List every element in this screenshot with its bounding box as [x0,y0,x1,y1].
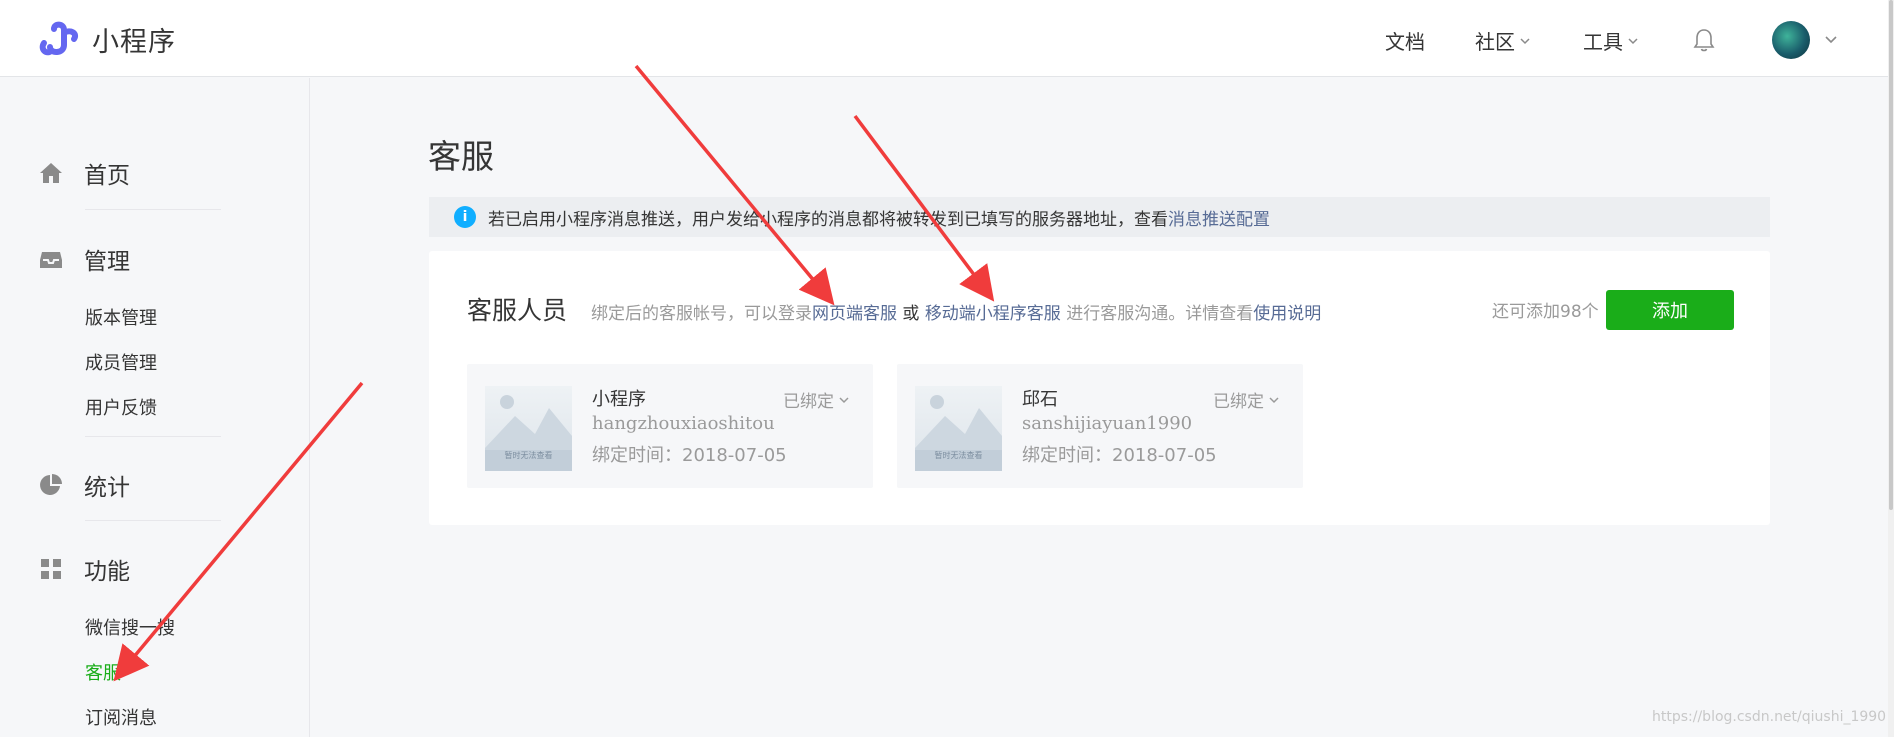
watermark: https://blog.csdn.net/qiushi_1990 [1652,709,1887,725]
agent-avatar-placeholder: 暂时无法查看 [915,386,1002,471]
sidebar-item-members[interactable]: 成员管理 [85,349,157,375]
inbox-icon [40,252,62,268]
home-icon [40,163,62,183]
bind-status-label: 已绑定 [1213,392,1264,412]
sidebar-item-home-label: 首页 [84,163,130,189]
sidebar-item-manage[interactable]: 管理 [38,242,130,276]
agent-card: 暂时无法查看 邱石 sanshijiayuan1990 绑定时间：2018-07… [897,364,1303,488]
chevron-down-icon [839,396,849,403]
web-customer-service-link[interactable]: 网页端客服 [812,304,897,324]
bind-status-label: 已绑定 [783,392,834,412]
avatar[interactable] [1772,21,1810,59]
nav-community-label: 社区 [1475,30,1515,54]
sidebar-divider [85,436,221,437]
sidebar-item-home[interactable]: 首页 [38,156,130,190]
sidebar-item-customer-service[interactable]: 客服 [85,659,121,685]
panel-title: 客服人员 [467,296,568,325]
mini-program-logo-icon [39,21,78,55]
desc-or: 或 [902,304,920,324]
nav-community[interactable]: 社区 [1475,26,1531,55]
agent-card: 暂时无法查看 小程序 hangzhouxiaoshitou 绑定时间：2018-… [467,364,873,488]
agent-account: sanshijiayuan1990 [1022,413,1193,434]
agent-name: 小程序 [592,389,646,410]
sidebar-item-wechat-search[interactable]: 微信搜一搜 [85,614,175,640]
notice-bar: i 若已启用小程序消息推送，用户发给小程序的消息都将被转发到已填写的服务器地址，… [429,197,1770,237]
remaining-count: 还可添加98个 [1492,302,1599,322]
nav-tools[interactable]: 工具 [1583,26,1639,55]
top-navigation-bar: 小程序 文档 社区 工具 [0,0,1888,77]
info-icon: i [454,206,476,228]
sidebar-item-version[interactable]: 版本管理 [85,304,157,330]
usage-guide-link[interactable]: 使用说明 [1253,304,1321,324]
chevron-down-icon [1628,37,1638,44]
scrollbar-thumb[interactable] [1889,0,1893,510]
sidebar-item-manage-label: 管理 [84,249,130,275]
logo-text: 小程序 [92,27,176,58]
sidebar-divider [85,209,221,210]
sidebar: 首页 管理 版本管理 成员管理 用户反馈 统计 功能 微信搜一搜 客服 订阅消息 [0,78,310,737]
bind-status-dropdown[interactable]: 已绑定 [1213,387,1280,412]
desc-mid: 进行客服沟通。详情查看 [1066,304,1254,324]
message-push-config-link[interactable]: 消息推送配置 [1168,205,1270,230]
notice-text: 若已启用小程序消息推送，用户发给小程序的消息都将被转发到已填写的服务器地址，查看 [488,209,1168,230]
agent-account: hangzhouxiaoshitou [592,413,775,434]
sidebar-divider [85,520,221,521]
agent-name: 邱石 [1022,389,1058,410]
nav-tools-label: 工具 [1583,30,1623,54]
sidebar-item-features[interactable]: 功能 [38,552,130,586]
panel-description: 绑定后的客服帐号，可以登录网页端客服 或 移动端小程序客服 进行客服沟通。详情查… [591,299,1321,324]
agent-bind-time: 绑定时间：2018-07-05 [592,445,787,466]
agent-avatar-placeholder: 暂时无法查看 [485,386,572,471]
page-title: 客服 [428,137,494,176]
sidebar-item-feedback[interactable]: 用户反馈 [85,394,157,420]
thumb-caption: 暂时无法查看 [504,451,553,460]
pie-chart-icon [40,474,62,495]
chevron-down-icon [1269,396,1279,403]
sidebar-item-stats[interactable]: 统计 [38,468,130,502]
grid-icon [41,559,61,579]
chevron-down-icon [1520,37,1530,44]
chevron-down-icon[interactable] [1824,32,1838,46]
bind-status-dropdown[interactable]: 已绑定 [783,387,850,412]
sidebar-item-subscribe-message[interactable]: 订阅消息 [85,704,157,730]
desc-prefix: 绑定后的客服帐号，可以登录 [591,304,812,324]
thumb-caption: 暂时无法查看 [934,451,983,460]
bell-icon[interactable] [1692,27,1716,53]
mobile-customer-service-link[interactable]: 移动端小程序客服 [925,304,1061,324]
sidebar-item-features-label: 功能 [84,559,130,585]
add-button[interactable]: 添加 [1606,290,1734,330]
logo[interactable]: 小程序 [38,20,176,59]
nav-docs[interactable]: 文档 [1385,26,1425,55]
agent-bind-time: 绑定时间：2018-07-05 [1022,445,1217,466]
sidebar-item-stats-label: 统计 [84,475,130,501]
customer-service-panel: 客服人员 绑定后的客服帐号，可以登录网页端客服 或 移动端小程序客服 进行客服沟… [429,251,1770,525]
nav-docs-label: 文档 [1385,30,1425,54]
